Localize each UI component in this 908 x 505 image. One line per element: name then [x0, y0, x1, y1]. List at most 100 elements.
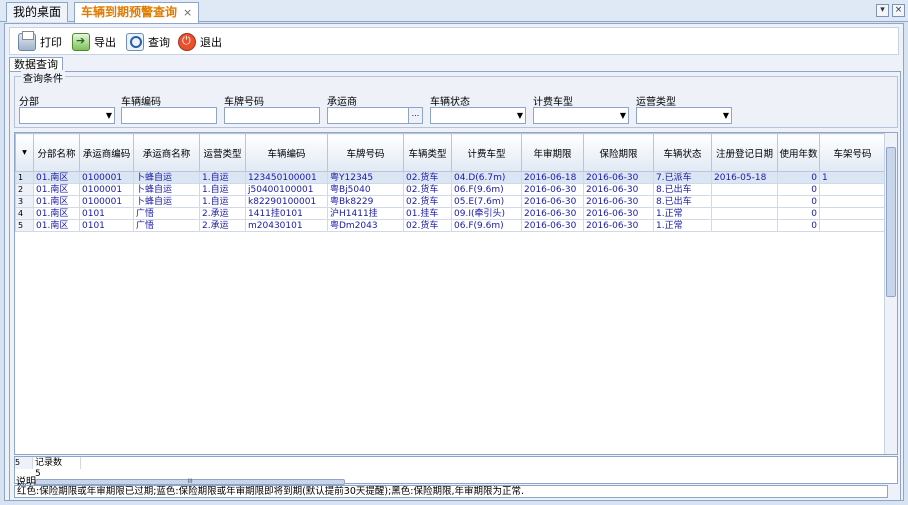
table-cell[interactable]: 0	[777, 171, 820, 184]
column-header[interactable]: 年审期限	[521, 133, 584, 172]
browse-button[interactable]: ...	[408, 108, 422, 123]
table-cell[interactable]: 0	[777, 195, 820, 208]
column-header[interactable]: 分部名称	[33, 133, 80, 172]
table-row[interactable]: 4 01.南区 0101 广悟 2.承运 1411挂0101 沪H1411挂 0…	[15, 207, 886, 220]
tab-my-desktop[interactable]: 我的桌面	[6, 2, 69, 22]
table-cell[interactable]: j50400100001	[245, 183, 328, 196]
table-cell[interactable]: 09.I(牵引头)	[451, 207, 522, 220]
table-row[interactable]: 2 01.南区 0100001 卜蜂自运 1.自运 j50400100001 粤…	[15, 183, 886, 196]
column-header[interactable]: 车牌号码	[327, 133, 404, 172]
table-cell[interactable]: 广悟	[133, 207, 200, 220]
row-number[interactable]: 1	[15, 171, 34, 184]
close-icon[interactable]: ×	[183, 6, 192, 19]
column-header[interactable]: 计费车型	[451, 133, 522, 172]
table-cell[interactable]: 粤Dm2043	[327, 219, 404, 232]
column-header[interactable]: 运营类型	[199, 133, 246, 172]
table-cell[interactable]	[711, 195, 778, 208]
table-cell[interactable]	[819, 195, 886, 208]
table-cell[interactable]: 02.货车	[403, 171, 452, 184]
table-cell[interactable]	[711, 219, 778, 232]
table-cell[interactable]: 0101	[79, 219, 134, 232]
column-header[interactable]: 注册登记日期	[711, 133, 778, 172]
table-cell[interactable]: 01.南区	[33, 219, 80, 232]
table-cell[interactable]: 02.货车	[403, 195, 452, 208]
table-row[interactable]: 3 01.南区 0100001 卜蜂自运 1.自运 k82290100001 粤…	[15, 195, 886, 208]
table-cell[interactable]: 2016-06-18	[521, 171, 584, 184]
vehicle-grid[interactable]: ▾ 分部名称 承运商编码 承运商名称 运营类型 车辆编码 车牌号码 车辆类型 计…	[14, 132, 898, 455]
row-number[interactable]: 5	[15, 219, 34, 232]
table-cell[interactable]: 2016-06-30	[583, 207, 654, 220]
table-cell[interactable]: 02.货车	[403, 219, 452, 232]
vehicle-status-select[interactable]: ▼	[430, 107, 526, 124]
table-cell[interactable]: 01.南区	[33, 171, 80, 184]
tab-vehicle-expiry-query[interactable]: 车辆到期预警查询 ×	[74, 2, 200, 23]
plate-number-input[interactable]	[224, 107, 320, 124]
table-cell[interactable]: 2016-05-18	[711, 171, 778, 184]
branch-select[interactable]: ▼	[19, 107, 115, 124]
table-cell[interactable]: 8.已出车	[653, 195, 712, 208]
table-cell[interactable]: 0100001	[79, 195, 134, 208]
table-cell[interactable]: 粤Bj5040	[327, 183, 404, 196]
table-cell[interactable]	[711, 207, 778, 220]
table-cell[interactable]: 粤Y12345	[327, 171, 404, 184]
table-cell[interactable]: 01.南区	[33, 183, 80, 196]
table-cell[interactable]: 2016-06-30	[583, 171, 654, 184]
table-cell[interactable]	[711, 183, 778, 196]
table-cell[interactable]: 123450100001	[245, 171, 328, 184]
table-cell[interactable]: 2016-06-30	[521, 195, 584, 208]
table-cell[interactable]: 1.自运	[199, 195, 246, 208]
table-cell[interactable]: 2016-06-30	[583, 195, 654, 208]
table-cell[interactable]	[819, 183, 886, 196]
table-cell[interactable]: 2016-06-30	[583, 219, 654, 232]
row-number[interactable]: 2	[15, 183, 34, 196]
column-header[interactable]: 承运商名称	[133, 133, 200, 172]
query-button[interactable]: 查询	[126, 32, 170, 52]
table-cell[interactable]: 0100001	[79, 171, 134, 184]
table-cell[interactable]: 06.F(9.6m)	[451, 219, 522, 232]
table-cell[interactable]: 2016-06-30	[521, 207, 584, 220]
table-cell[interactable]: 1.正常	[653, 207, 712, 220]
column-header[interactable]: 车辆编码	[245, 133, 328, 172]
scroll-thumb[interactable]	[886, 147, 896, 297]
row-number[interactable]: 4	[15, 207, 34, 220]
close-window-icon[interactable]: ×	[892, 4, 905, 17]
table-cell[interactable]: 8.已出车	[653, 183, 712, 196]
print-button[interactable]: 打印	[18, 31, 62, 52]
table-cell[interactable]: 1	[819, 171, 886, 184]
table-cell[interactable]: 0100001	[79, 183, 134, 196]
table-cell[interactable]: 02.货车	[403, 183, 452, 196]
table-cell[interactable]: 01.南区	[33, 207, 80, 220]
table-cell[interactable]: 05.E(7.6m)	[451, 195, 522, 208]
export-button[interactable]: 导出	[72, 32, 116, 52]
table-cell[interactable]: 1.正常	[653, 219, 712, 232]
table-cell[interactable]: 2016-06-30	[583, 183, 654, 196]
operation-type-select[interactable]: ▼	[636, 107, 732, 124]
column-header[interactable]: 保险期限	[583, 133, 654, 172]
carrier-input[interactable]: ...	[327, 107, 423, 124]
dropdown-icon[interactable]: ▾	[876, 4, 889, 17]
table-cell[interactable]: 2016-06-30	[521, 219, 584, 232]
table-cell[interactable]: 0	[777, 219, 820, 232]
table-cell[interactable]: 01.南区	[33, 195, 80, 208]
vertical-scrollbar[interactable]	[884, 133, 897, 454]
table-cell[interactable]: 卜蜂自运	[133, 171, 200, 184]
table-cell[interactable]: 沪H1411挂	[327, 207, 404, 220]
table-cell[interactable]: 2.承运	[199, 219, 246, 232]
table-cell[interactable]: 0	[777, 183, 820, 196]
table-cell[interactable]: k82290100001	[245, 195, 328, 208]
exit-button[interactable]: 退出	[178, 32, 222, 52]
table-row[interactable]: 5 01.南区 0101 广悟 2.承运 m20430101 粤Dm2043 0…	[15, 219, 886, 232]
table-cell[interactable]: 04.D(6.7m)	[451, 171, 522, 184]
table-cell[interactable]: 广悟	[133, 219, 200, 232]
table-cell[interactable]: 0	[777, 207, 820, 220]
table-cell[interactable]: 1411挂0101	[245, 207, 328, 220]
column-header[interactable]: 车架号码	[819, 133, 886, 172]
table-cell[interactable]: 1.自运	[199, 171, 246, 184]
table-cell[interactable]: 7.已派车	[653, 171, 712, 184]
table-cell[interactable]: 1.自运	[199, 183, 246, 196]
table-cell[interactable]: 01.挂车	[403, 207, 452, 220]
table-cell[interactable]: 粤Bk8229	[327, 195, 404, 208]
column-header[interactable]: 车辆状态	[653, 133, 712, 172]
column-header[interactable]: 承运商编码	[79, 133, 134, 172]
table-row[interactable]: 1 01.南区 0100001 卜蜂自运 1.自运 123450100001 粤…	[15, 171, 886, 184]
